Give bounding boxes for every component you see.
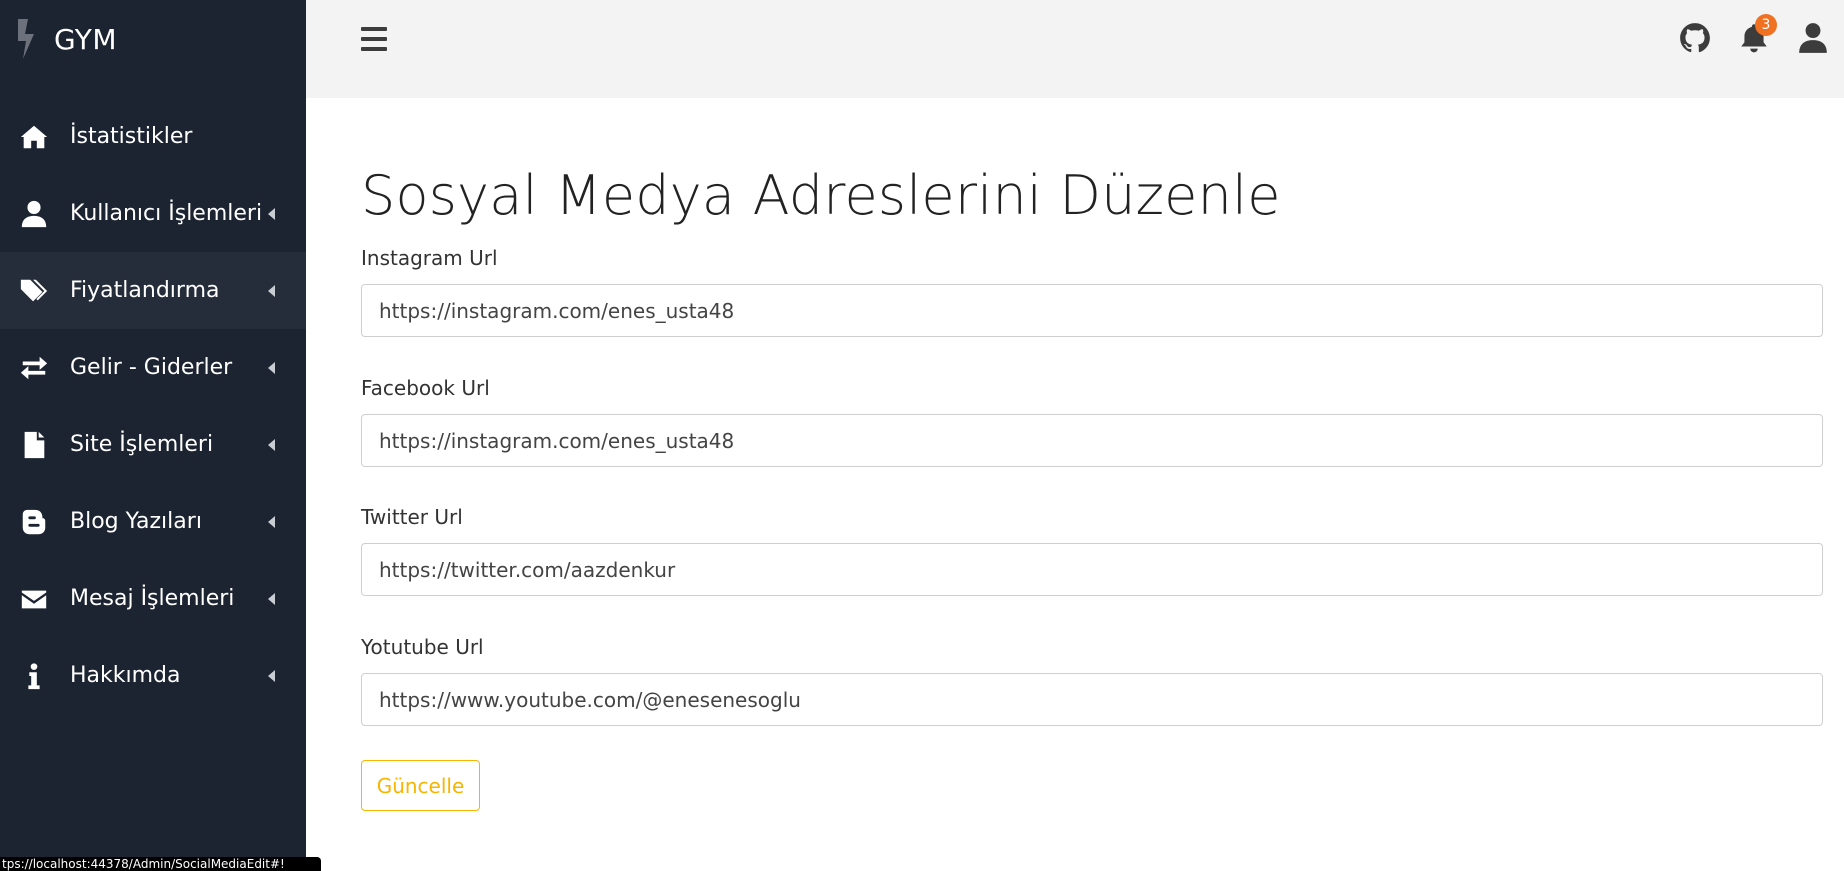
file-icon xyxy=(17,428,51,462)
github-icon[interactable] xyxy=(1678,21,1712,55)
caret-left-icon xyxy=(268,669,275,682)
caret-left-icon xyxy=(268,438,275,451)
sidebar-item-label: Hakkımda xyxy=(70,663,181,688)
sidebar-item-label: İstatistikler xyxy=(70,124,193,149)
sidebar: GYM İstatistikler Kullanıcı İşlemleri Fi… xyxy=(0,0,306,871)
info-icon xyxy=(17,659,51,693)
user-icon[interactable] xyxy=(1796,21,1830,55)
sidebar-item-hakkimda[interactable]: Hakkımda xyxy=(0,637,306,714)
page-title: Sosyal Medya Adreslerini Düzenle xyxy=(361,164,1281,227)
instagram-url-label: Instagram Url xyxy=(361,246,498,270)
brand[interactable]: GYM xyxy=(0,0,306,78)
envelope-icon xyxy=(17,582,51,616)
sidebar-item-label: Kullanıcı İşlemleri xyxy=(70,201,263,226)
sidebar-nav: İstatistikler Kullanıcı İşlemleri Fiyatl… xyxy=(0,98,306,714)
sidebar-item-mesaj-islemleri[interactable]: Mesaj İşlemleri xyxy=(0,560,306,637)
caret-left-icon xyxy=(268,207,275,220)
sidebar-item-label: Mesaj İşlemleri xyxy=(70,586,235,611)
notification-badge: 3 xyxy=(1755,14,1777,36)
sidebar-item-label: Site İşlemleri xyxy=(70,432,214,457)
blogger-icon xyxy=(17,505,51,539)
youtube-url-input[interactable] xyxy=(361,673,1823,726)
hamburger-icon[interactable] xyxy=(359,24,389,54)
tags-icon xyxy=(17,274,51,308)
sidebar-item-label: Blog Yazıları xyxy=(70,509,202,534)
top-navbar xyxy=(306,0,1844,98)
sidebar-item-istatistikler[interactable]: İstatistikler xyxy=(0,98,306,175)
caret-left-icon xyxy=(268,515,275,528)
caret-left-icon xyxy=(268,361,275,374)
user-icon xyxy=(17,197,51,231)
sidebar-item-fiyatlandirma[interactable]: Fiyatlandırma xyxy=(0,252,306,329)
facebook-url-label: Facebook Url xyxy=(361,376,490,400)
home-icon xyxy=(17,120,51,154)
sidebar-item-gelir-giderler[interactable]: Gelir - Giderler xyxy=(0,329,306,406)
caret-left-icon xyxy=(268,592,275,605)
instagram-url-input[interactable] xyxy=(361,284,1823,337)
instagram-url-field: Instagram Url xyxy=(361,246,1823,337)
youtube-url-label: Yotutube Url xyxy=(361,635,484,659)
status-bar-url: tps://localhost:44378/Admin/SocialMediaE… xyxy=(0,857,321,871)
twitter-url-label: Twitter Url xyxy=(361,505,463,529)
youtube-url-field: Yotutube Url xyxy=(361,635,1823,726)
update-button[interactable]: Güncelle xyxy=(361,760,480,811)
twitter-url-input[interactable] xyxy=(361,543,1823,596)
twitter-url-field: Twitter Url xyxy=(361,505,1823,596)
sidebar-item-label: Fiyatlandırma xyxy=(70,278,220,303)
facebook-url-input[interactable] xyxy=(361,414,1823,467)
brand-name: GYM xyxy=(54,22,118,56)
sidebar-item-label: Gelir - Giderler xyxy=(70,355,233,380)
sidebar-item-kullanici-islemleri[interactable]: Kullanıcı İşlemleri xyxy=(0,175,306,252)
caret-left-icon xyxy=(268,284,275,297)
facebook-url-field: Facebook Url xyxy=(361,376,1823,467)
sidebar-item-site-islemleri[interactable]: Site İşlemleri xyxy=(0,406,306,483)
exchange-icon xyxy=(17,351,51,385)
bolt-icon xyxy=(18,19,34,59)
sidebar-item-blog-yazilari[interactable]: Blog Yazıları xyxy=(0,483,306,560)
